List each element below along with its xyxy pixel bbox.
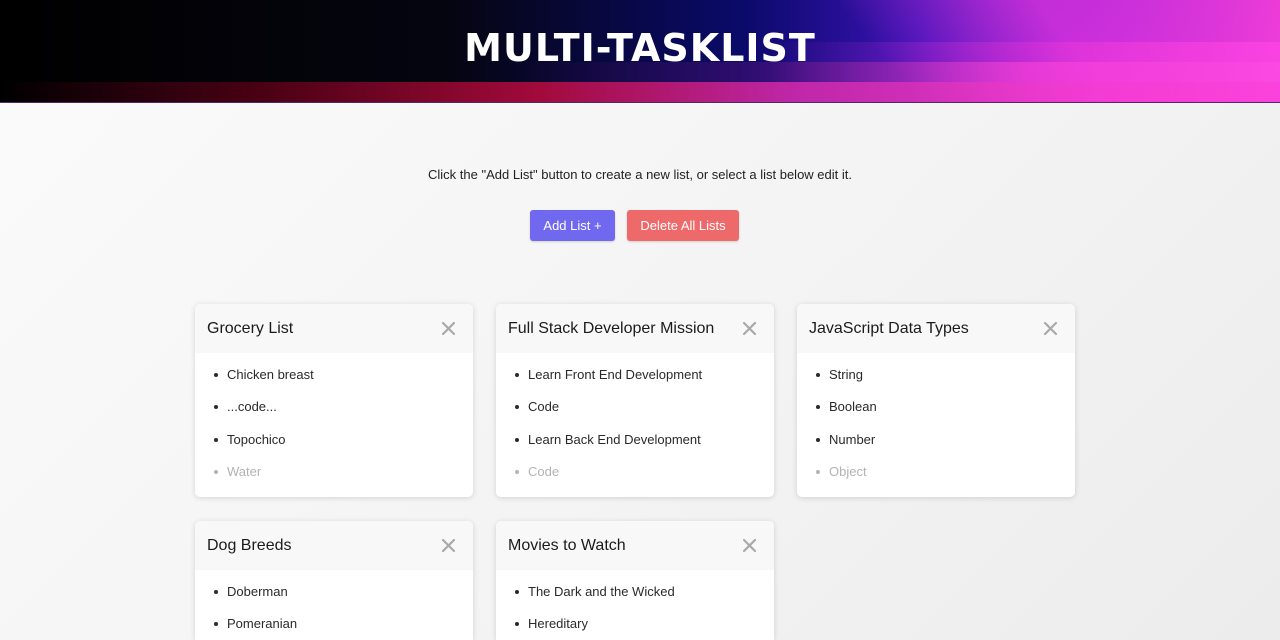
list-items: Doberman Pomeranian xyxy=(195,570,473,640)
list-card-header[interactable]: JavaScript Data Types xyxy=(797,304,1075,353)
delete-all-lists-button[interactable]: Delete All Lists xyxy=(627,210,739,241)
list-card-grocery[interactable]: Grocery List Chicken breast ...code... T… xyxy=(195,304,473,497)
list-items: Chicken breast ...code... Topochico Wate… xyxy=(195,353,473,495)
list-item: Boolean xyxy=(816,398,1075,430)
page-title: MULTI-TASKLIST xyxy=(464,26,816,70)
list-item: Object xyxy=(816,463,1075,495)
list-item: Learn Back End Development xyxy=(515,431,774,463)
list-card-title: Full Stack Developer Mission xyxy=(508,319,715,337)
close-icon[interactable] xyxy=(743,322,756,335)
list-item: ...code... xyxy=(214,398,473,430)
list-card-title: Movies to Watch xyxy=(508,536,626,554)
list-card-title: Grocery List xyxy=(207,319,294,337)
list-items: Learn Front End Development Code Learn B… xyxy=(496,353,774,495)
list-item: Number xyxy=(816,431,1075,463)
list-card-header[interactable]: Full Stack Developer Mission xyxy=(496,304,774,353)
close-icon[interactable] xyxy=(1044,322,1057,335)
list-card-header[interactable]: Dog Breeds xyxy=(195,521,473,570)
list-item: Code xyxy=(515,398,774,430)
list-item: Chicken breast xyxy=(214,366,473,398)
app-header: MULTI-TASKLIST xyxy=(0,0,1280,103)
list-card-title: Dog Breeds xyxy=(207,536,292,554)
list-card-header[interactable]: Movies to Watch xyxy=(496,521,774,570)
close-icon[interactable] xyxy=(743,539,756,552)
list-item: Topochico xyxy=(214,431,473,463)
list-item: Water xyxy=(214,463,473,495)
list-item: Learn Front End Development xyxy=(515,366,774,398)
list-card-js-data-types[interactable]: JavaScript Data Types String Boolean Num… xyxy=(797,304,1075,497)
list-items: The Dark and the Wicked Hereditary xyxy=(496,570,774,640)
list-item: String xyxy=(816,366,1075,398)
list-item: The Dark and the Wicked xyxy=(515,583,774,615)
close-icon[interactable] xyxy=(442,539,455,552)
list-card-dog-breeds[interactable]: Dog Breeds Doberman Pomeranian xyxy=(195,521,473,640)
list-card-movies[interactable]: Movies to Watch The Dark and the Wicked … xyxy=(496,521,774,640)
list-item: Hereditary xyxy=(515,615,774,640)
list-card-header[interactable]: Grocery List xyxy=(195,304,473,353)
close-icon[interactable] xyxy=(442,322,455,335)
add-list-button[interactable]: Add List + xyxy=(530,210,615,241)
list-item: Pomeranian xyxy=(214,615,473,640)
list-item: Code xyxy=(515,463,774,495)
list-items: String Boolean Number Object xyxy=(797,353,1075,495)
list-card-title: JavaScript Data Types xyxy=(809,319,969,337)
list-item: Doberman xyxy=(214,583,473,615)
instructions-text: Click the "Add List" button to create a … xyxy=(428,167,852,182)
list-card-full-stack[interactable]: Full Stack Developer Mission Learn Front… xyxy=(496,304,774,497)
